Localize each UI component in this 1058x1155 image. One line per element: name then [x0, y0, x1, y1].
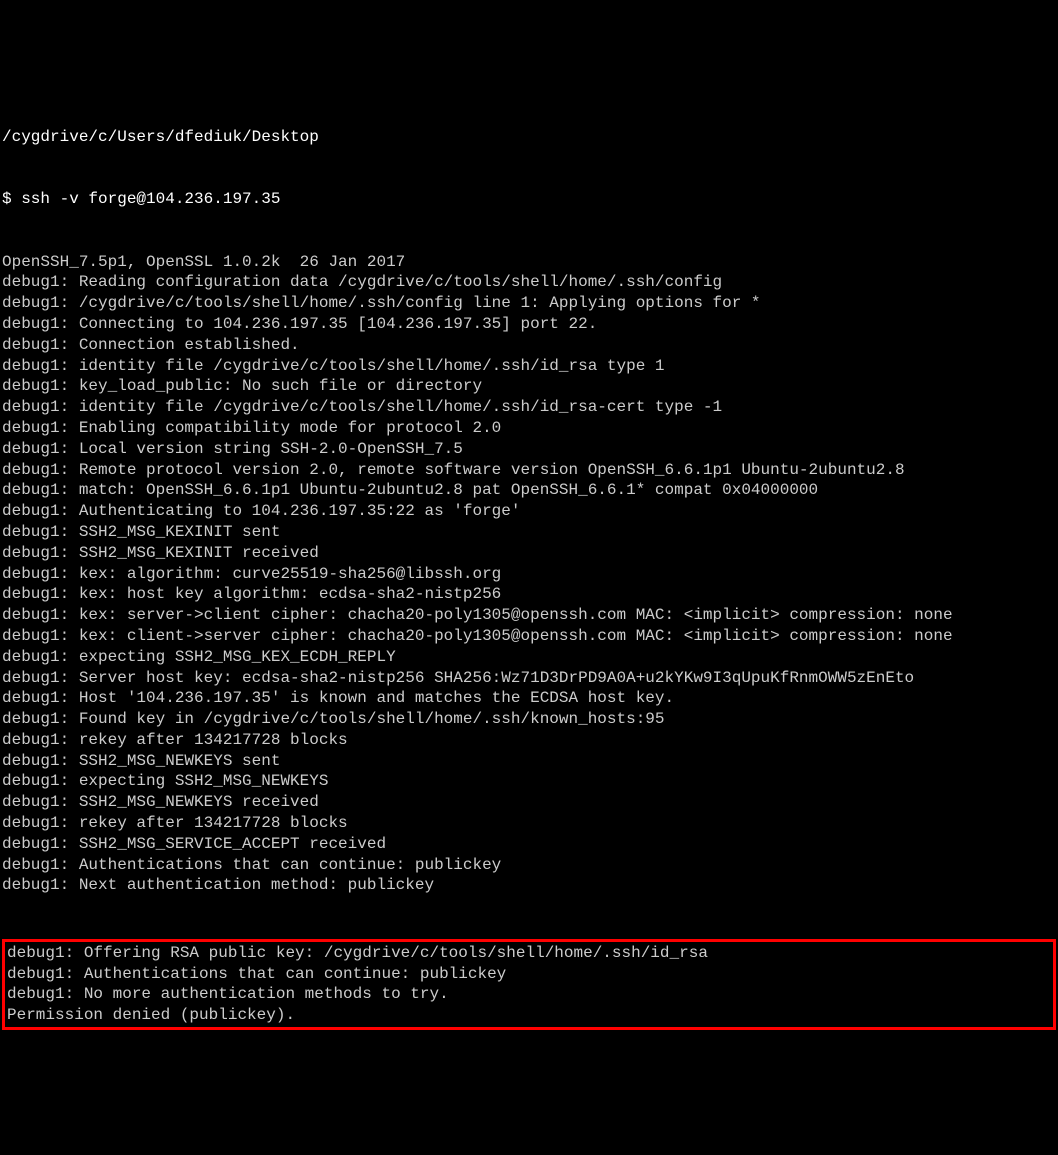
output-line: debug1: Local version string SSH-2.0-Ope…	[2, 439, 1056, 460]
highlighted-output: debug1: Offering RSA public key: /cygdri…	[2, 939, 1056, 1030]
highlighted-line: debug1: No more authentication methods t…	[7, 984, 1051, 1005]
highlighted-line: debug1: Offering RSA public key: /cygdri…	[7, 943, 1051, 964]
output-line: debug1: Enabling compatibility mode for …	[2, 418, 1056, 439]
output-line: debug1: Next authentication method: publ…	[2, 875, 1056, 896]
output-line: debug1: key_load_public: No such file or…	[2, 376, 1056, 397]
output-line: debug1: rekey after 134217728 blocks	[2, 730, 1056, 751]
output-line: debug1: kex: client->server cipher: chac…	[2, 626, 1056, 647]
current-directory: /cygdrive/c/Users/dfediuk/Desktop	[2, 127, 1056, 148]
output-line: debug1: SSH2_MSG_NEWKEYS sent	[2, 751, 1056, 772]
output-line: debug1: /cygdrive/c/tools/shell/home/.ss…	[2, 293, 1056, 314]
output-line: debug1: identity file /cygdrive/c/tools/…	[2, 397, 1056, 418]
output-line: debug1: Server host key: ecdsa-sha2-nist…	[2, 668, 1056, 689]
output-line: debug1: Remote protocol version 2.0, rem…	[2, 460, 1056, 481]
output-line: debug1: expecting SSH2_MSG_KEX_ECDH_REPL…	[2, 647, 1056, 668]
output-line: debug1: Found key in /cygdrive/c/tools/s…	[2, 709, 1056, 730]
output-line: debug1: Authentications that can continu…	[2, 855, 1056, 876]
output-line: debug1: rekey after 134217728 blocks	[2, 813, 1056, 834]
output-line: debug1: kex: algorithm: curve25519-sha25…	[2, 564, 1056, 585]
output-line: OpenSSH_7.5p1, OpenSSL 1.0.2k 26 Jan 201…	[2, 252, 1056, 273]
terminal-output: /cygdrive/c/Users/dfediuk/Desktop $ ssh …	[2, 85, 1056, 1051]
output-line: debug1: Connection established.	[2, 335, 1056, 356]
output-line: debug1: SSH2_MSG_SERVICE_ACCEPT received	[2, 834, 1056, 855]
output-lines: OpenSSH_7.5p1, OpenSSL 1.0.2k 26 Jan 201…	[2, 252, 1056, 897]
output-line: debug1: identity file /cygdrive/c/tools/…	[2, 356, 1056, 377]
output-line: debug1: Reading configuration data /cygd…	[2, 272, 1056, 293]
highlighted-line: Permission denied (publickey).	[7, 1005, 1051, 1026]
command-prompt: $ ssh -v forge@104.236.197.35	[2, 189, 1056, 210]
output-line: debug1: SSH2_MSG_NEWKEYS received	[2, 792, 1056, 813]
output-line: debug1: match: OpenSSH_6.6.1p1 Ubuntu-2u…	[2, 480, 1056, 501]
output-line: debug1: kex: host key algorithm: ecdsa-s…	[2, 584, 1056, 605]
output-line: debug1: SSH2_MSG_KEXINIT received	[2, 543, 1056, 564]
output-line: debug1: SSH2_MSG_KEXINIT sent	[2, 522, 1056, 543]
highlighted-line: debug1: Authentications that can continu…	[7, 964, 1051, 985]
output-line: debug1: Connecting to 104.236.197.35 [10…	[2, 314, 1056, 335]
output-line: debug1: Host '104.236.197.35' is known a…	[2, 688, 1056, 709]
output-line: debug1: Authenticating to 104.236.197.35…	[2, 501, 1056, 522]
output-line: debug1: expecting SSH2_MSG_NEWKEYS	[2, 771, 1056, 792]
output-line: debug1: kex: server->client cipher: chac…	[2, 605, 1056, 626]
